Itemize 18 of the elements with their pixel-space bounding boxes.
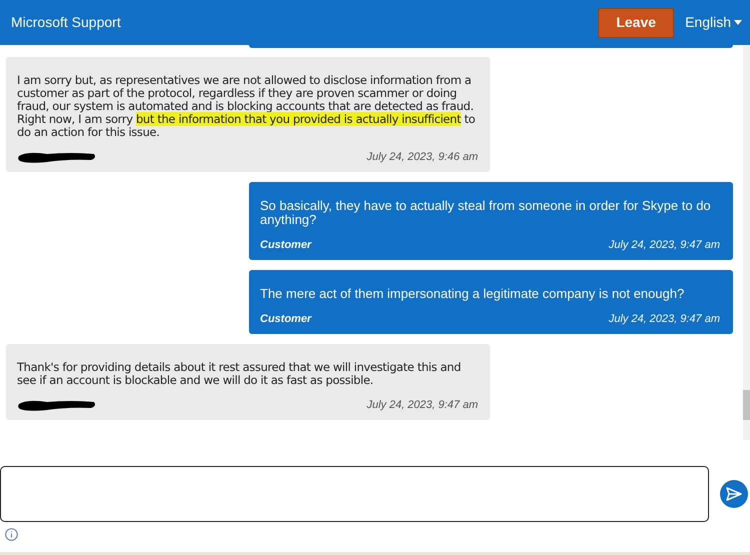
message-text: Thank's for providing details about it rest assured that we will investigate this and see if an account is blockable and we will do it as fast as possible. bbox=[17, 361, 462, 387]
message-author: Customer bbox=[260, 312, 312, 327]
leave-button[interactable]: Leave bbox=[598, 8, 674, 38]
message-time: July 24, 2023, 9:47 am bbox=[366, 398, 478, 413]
language-dropdown[interactable]: English bbox=[685, 12, 742, 33]
send-button[interactable] bbox=[720, 480, 748, 508]
send-icon bbox=[726, 487, 742, 501]
message-text: I am sorry but, as representatives we are not allowed to disclose information from a customer as part of the protocol, regardless if they are proven scammer or doing fraud, our system is automated and is blocking accounts that are detected as fraud. Right now, I am sorry but the information that you provided is actually insufficient to do an action for this issue. bbox=[17, 74, 476, 139]
message-text: The mere act of them impersonating a legitimate company is not enough? bbox=[260, 287, 686, 301]
info-icon[interactable] bbox=[5, 528, 18, 541]
app-title: Microsoft Support bbox=[11, 13, 121, 32]
caret-icon bbox=[734, 20, 742, 25]
message-input[interactable] bbox=[0, 466, 709, 522]
message-time: July 24, 2023, 9:47 am bbox=[608, 238, 720, 253]
message-text: So basically, they have to actually steal from someone in order for Skype to do anything? bbox=[260, 199, 712, 227]
message-time: July 24, 2023, 9:47 am bbox=[608, 312, 720, 327]
message-author: Customer bbox=[260, 238, 312, 253]
message-time: July 24, 2023, 9:46 am bbox=[366, 150, 478, 165]
